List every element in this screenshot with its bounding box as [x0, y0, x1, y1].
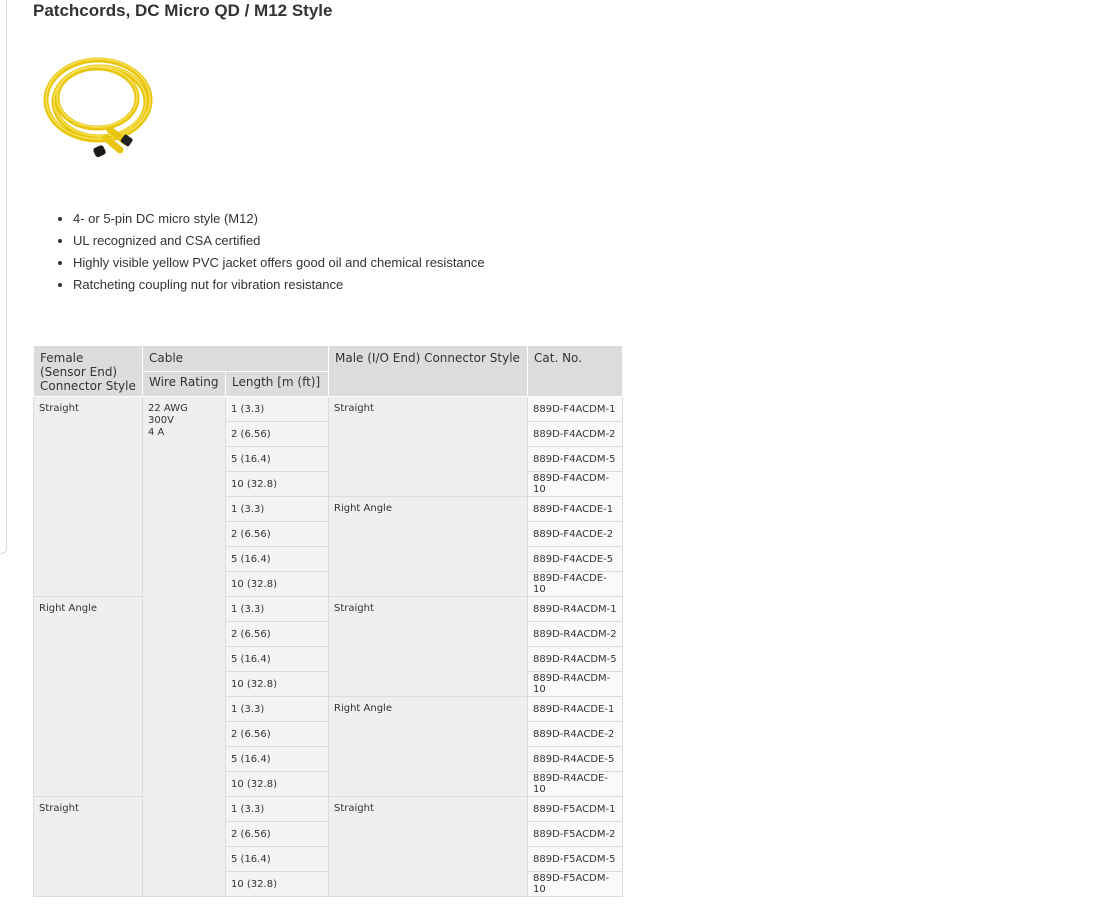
header-male-connector: Male (I/O End) Connector Style [328, 345, 528, 397]
length-cell: 2 (6.56) [225, 421, 329, 447]
length-cell: 5 (16.4) [225, 846, 329, 872]
header-female-line: Connector Style [40, 379, 136, 393]
header-length: Length [m (ft)] [225, 370, 329, 397]
patchcord-product-image [43, 57, 153, 158]
wire-rating-cell: 22 AWG 300V 4 A [142, 396, 226, 897]
left-panel-edge [0, 0, 7, 554]
cat-no-cell: 889D-F5ACDM-5 [527, 846, 623, 872]
length-cell: 1 (3.3) [225, 396, 329, 422]
length-cell: 10 (32.8) [225, 771, 329, 797]
wire-rating-line: 4 A [148, 427, 165, 438]
header-female-line: (Sensor End) [40, 365, 118, 379]
cat-no-cell: 889D-F4ACDM-2 [527, 421, 623, 447]
feature-item: Highly visible yellow PVC jacket offers … [73, 252, 485, 274]
cat-no-cell: 889D-F4ACDE-2 [527, 521, 623, 547]
header-wire-rating: Wire Rating [142, 370, 226, 397]
feature-item: UL recognized and CSA certified [73, 230, 485, 252]
male-style-cell: Straight [328, 596, 528, 697]
cat-no-cell: 889D-R4ACDE-10 [527, 771, 623, 797]
header-female-connector: Female (Sensor End) Connector Style [33, 345, 143, 397]
feature-item: Ratcheting coupling nut for vibration re… [73, 274, 485, 296]
length-cell: 1 (3.3) [225, 496, 329, 522]
male-style-cell: Right Angle [328, 496, 528, 597]
header-female-line: Female [40, 351, 84, 365]
header-cable: Cable [142, 345, 329, 372]
cat-no-cell: 889D-R4ACDE-5 [527, 746, 623, 772]
cat-no-cell: 889D-F4ACDE-5 [527, 546, 623, 572]
length-cell: 2 (6.56) [225, 721, 329, 747]
page-title: Patchcords, DC Micro QD / M12 Style [33, 1, 333, 20]
cat-no-cell: 889D-F4ACDE-1 [527, 496, 623, 522]
length-cell: 2 (6.56) [225, 821, 329, 847]
length-cell: 1 (3.3) [225, 696, 329, 722]
cat-no-cell: 889D-R4ACDM-1 [527, 596, 623, 622]
header-cat-no: Cat. No. [527, 345, 623, 397]
table-row: Straight 1 (3.3) Straight 889D-F5ACDM-1 [33, 796, 623, 897]
table-row: Right Angle 1 (3.3) Straight 889D-R4ACDM… [33, 596, 623, 797]
length-cell: 10 (32.8) [225, 571, 329, 597]
female-style-cell: Straight [33, 796, 143, 897]
length-cell: 2 (6.56) [225, 521, 329, 547]
feature-list: 4- or 5-pin DC micro style (M12) UL reco… [33, 208, 485, 296]
cat-no-cell: 889D-F5ACDM-10 [527, 871, 623, 897]
cat-no-cell: 889D-F4ACDM-10 [527, 471, 623, 497]
length-cell: 5 (16.4) [225, 446, 329, 472]
cat-no-cell: 889D-R4ACDE-2 [527, 721, 623, 747]
male-style-cell: Right Angle [328, 696, 528, 797]
female-style-cell: Straight [33, 396, 143, 597]
feature-item: 4- or 5-pin DC micro style (M12) [73, 208, 485, 230]
cat-no-cell: 889D-R4ACDM-10 [527, 671, 623, 697]
cat-no-cell: 889D-R4ACDM-5 [527, 646, 623, 672]
length-cell: 1 (3.3) [225, 596, 329, 622]
cat-no-cell: 889D-F5ACDM-2 [527, 821, 623, 847]
length-cell: 1 (3.3) [225, 796, 329, 822]
cat-no-cell: 889D-F4ACDE-10 [527, 571, 623, 597]
table-row: Straight 22 AWG 300V 4 A 1 (3.3) Straigh… [33, 396, 623, 897]
length-cell: 10 (32.8) [225, 871, 329, 897]
male-style-cell: Straight [328, 396, 528, 497]
cat-no-cell: 889D-R4ACDE-1 [527, 696, 623, 722]
length-cell: 2 (6.56) [225, 621, 329, 647]
length-cell: 5 (16.4) [225, 646, 329, 672]
length-cell: 10 (32.8) [225, 471, 329, 497]
header-row: Female (Sensor End) Connector Style Cabl… [33, 345, 623, 397]
cat-no-cell: 889D-R4ACDM-2 [527, 621, 623, 647]
wire-rating-line: 22 AWG [148, 403, 188, 414]
length-cell: 10 (32.8) [225, 671, 329, 697]
wire-rating-line: 300V [148, 415, 174, 426]
male-style-cell: Straight [328, 796, 528, 897]
cat-no-cell: 889D-F5ACDM-1 [527, 796, 623, 822]
cat-no-cell: 889D-F4ACDM-5 [527, 446, 623, 472]
spec-table: Female (Sensor End) Connector Style Cabl… [33, 345, 623, 897]
length-cell: 5 (16.4) [225, 746, 329, 772]
cat-no-cell: 889D-F4ACDM-1 [527, 396, 623, 422]
length-cell: 5 (16.4) [225, 546, 329, 572]
female-style-cell: Right Angle [33, 596, 143, 797]
